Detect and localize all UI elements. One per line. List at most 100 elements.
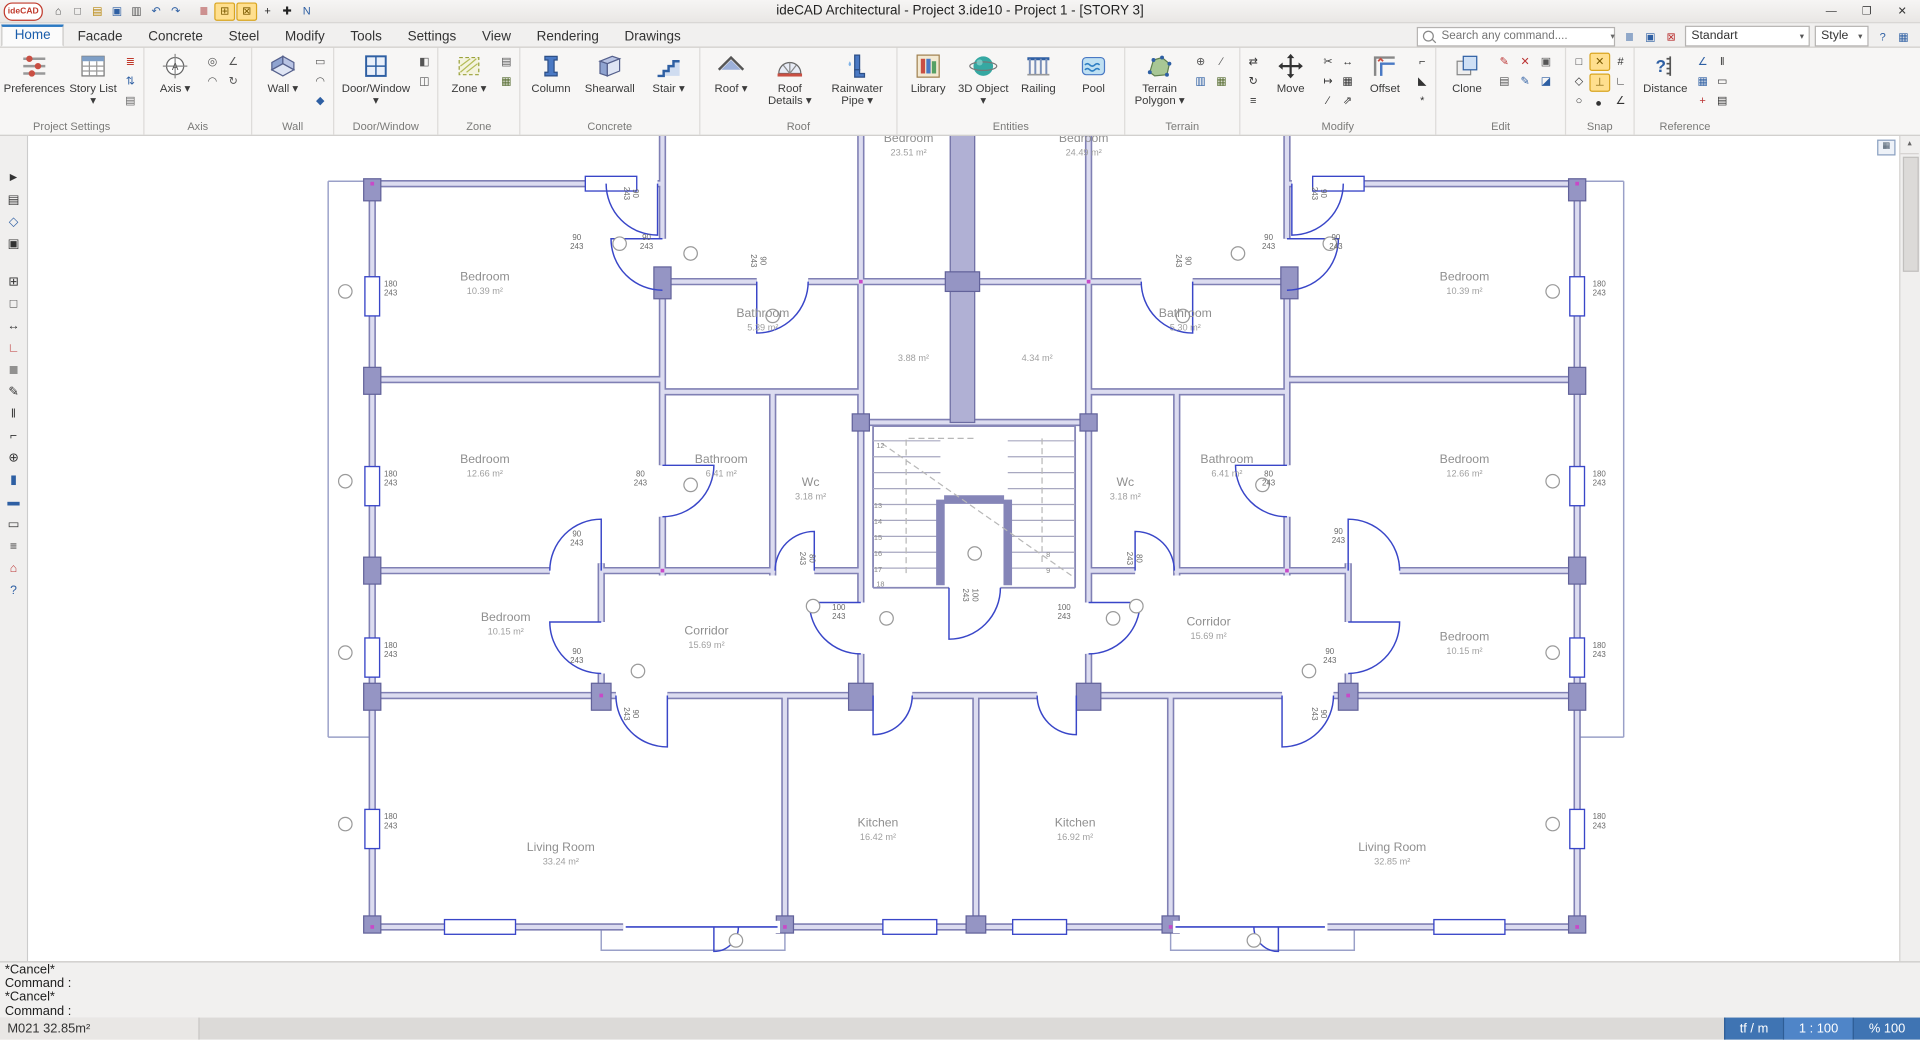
object-edit-icon[interactable]: ✎ [2, 383, 24, 401]
column-tool-icon[interactable]: ▮ [2, 471, 24, 489]
zone-button[interactable]: Zone ▾ [442, 48, 496, 95]
terrain-boundary-icon[interactable]: ▦ [1212, 72, 1230, 89]
perpendicular-snap-icon[interactable]: ⊥ [1589, 73, 1610, 91]
layer-toggle-icon[interactable]: ≣ [195, 2, 213, 19]
search-input[interactable] [1439, 28, 1606, 44]
list-info-icon[interactable]: ▤ [1713, 92, 1731, 109]
tab-steel[interactable]: Steel [216, 26, 271, 47]
project-report-icon[interactable]: ▤ [121, 92, 139, 109]
match-properties-icon[interactable]: ✎ [1516, 72, 1534, 89]
edit-entity-icon[interactable]: ✎ [1495, 53, 1513, 70]
standard-selector[interactable]: Standart ▾ [1685, 26, 1810, 47]
rainwater-pipe-button[interactable]: Rainwater Pipe ▾ [822, 48, 893, 107]
reference-angle-icon[interactable]: ∠ [1693, 53, 1711, 70]
intersection-snap-icon[interactable]: ✕ [1589, 53, 1610, 71]
close-button[interactable]: ✕ [1885, 0, 1920, 22]
measure-area-icon[interactable]: ▭ [1713, 72, 1731, 89]
column-button[interactable]: Column [524, 48, 578, 95]
array-icon[interactable]: ▦ [1338, 72, 1356, 89]
layers-panel-icon[interactable]: ≣ [2, 361, 24, 379]
guide-line-icon[interactable]: ‖ [1713, 53, 1731, 70]
crosshair-toggle-icon[interactable]: ✚ [278, 2, 296, 19]
tab-drawings[interactable]: Drawings [612, 26, 693, 47]
minimize-button[interactable]: — [1813, 0, 1849, 22]
stair-button[interactable]: Stair ▾ [642, 48, 696, 95]
layer-manager-icon[interactable]: ≣ [1620, 28, 1638, 45]
reference-grid-icon[interactable]: ▦ [1693, 72, 1711, 89]
elevation-tool-icon[interactable]: ⌐ [2, 427, 24, 445]
polar-snap-icon[interactable]: ∠ [1611, 92, 1629, 109]
grid-snap-icon[interactable]: # [1611, 53, 1629, 70]
endpoint-snap-icon[interactable]: □ [1570, 53, 1588, 70]
delete-icon[interactable]: ✕ [1516, 53, 1534, 70]
home-icon[interactable]: ⌂ [49, 2, 67, 19]
roof-button[interactable]: Roof ▾ [704, 48, 758, 95]
search-dropdown-icon[interactable]: ▾ [1611, 31, 1615, 41]
snap-toggle-icon[interactable]: ⊞ [214, 2, 235, 20]
maximize-button[interactable]: ❐ [1849, 0, 1885, 22]
rotate-icon[interactable]: ↻ [1244, 72, 1262, 89]
angular-axis-icon[interactable]: ∠ [224, 53, 242, 70]
tab-view[interactable]: View [470, 26, 523, 47]
node-snap-icon[interactable]: ● [1589, 94, 1607, 111]
grid-toggle-icon[interactable]: ⊠ [236, 2, 257, 20]
selection-filter-icon[interactable]: ⊠ [1662, 28, 1680, 45]
preferences-button[interactable]: Preferences [4, 48, 65, 95]
shearwall-button[interactable]: Shearwall [579, 48, 640, 95]
render-window-icon[interactable]: ▣ [2, 235, 24, 253]
copy-icon[interactable]: ▣ [1537, 53, 1555, 70]
capture-icon[interactable]: ▦ [1894, 28, 1912, 45]
divide-icon[interactable]: ∕ [1319, 92, 1337, 109]
viewport-button[interactable]: ▦ [1877, 140, 1895, 156]
distance-button[interactable]: ? Distance [1638, 48, 1692, 95]
pan-icon[interactable]: ↔ [2, 317, 24, 335]
undo-icon[interactable]: ↶ [147, 2, 165, 19]
align-icon[interactable]: ≡ [1244, 92, 1262, 109]
3d-window-icon[interactable]: ◇ [2, 213, 24, 231]
wall-type-icon[interactable]: ▭ [311, 53, 329, 70]
window-type-icon[interactable]: ◫ [415, 72, 433, 89]
story-list-button[interactable]: Story List ▾ [66, 48, 120, 107]
scroll-thumb[interactable] [1903, 157, 1919, 272]
story-parameters-icon[interactable]: ≣ [121, 53, 139, 70]
terrain-break-line-icon[interactable]: ∕ [1212, 53, 1230, 70]
help-icon[interactable]: ? [1873, 28, 1891, 45]
terrain-import-icon[interactable]: ▥ [1191, 72, 1209, 89]
measure-icon[interactable]: ∟ [2, 339, 24, 357]
tab-tools[interactable]: Tools [338, 26, 394, 47]
wall-button[interactable]: Wall ▾ [256, 48, 310, 95]
arc-axis-icon[interactable]: ◠ [203, 72, 221, 89]
stretch-icon[interactable]: ↔ [1338, 53, 1356, 70]
move-button[interactable]: Move [1264, 48, 1318, 95]
command-window[interactable]: *Cancel* Command : *Cancel* Command : [0, 961, 1920, 1020]
tab-facade[interactable]: Facade [65, 26, 134, 47]
pointer-tool-icon[interactable]: ► [2, 169, 24, 187]
railing-button[interactable]: Railing [1011, 48, 1065, 95]
command-search[interactable]: ▾ [1417, 26, 1615, 46]
extend-icon[interactable]: ↦ [1319, 72, 1337, 89]
section-tool-icon[interactable]: ‖ [2, 405, 24, 423]
axis-order-icon[interactable]: ⇅ [121, 72, 139, 89]
axis-tool-icon[interactable]: ⊕ [2, 449, 24, 467]
3d-object-button[interactable]: 3D Object ▾ [956, 48, 1010, 107]
tab-concrete[interactable]: Concrete [136, 26, 215, 47]
tab-modify[interactable]: Modify [273, 26, 337, 47]
beam-tool-icon[interactable]: ▬ [2, 493, 24, 511]
ortho-toggle-icon[interactable]: + [258, 2, 276, 19]
style-selector[interactable]: Style ▾ [1815, 26, 1869, 47]
help-tool-icon[interactable]: ? [2, 582, 24, 600]
arc-wall-icon[interactable]: ◠ [311, 72, 329, 89]
tab-settings[interactable]: Settings [395, 26, 468, 47]
door-window-button[interactable]: Door/Window ▾ [338, 48, 414, 107]
idecad-logo[interactable]: ideCAD [4, 2, 43, 20]
explode-icon[interactable]: * [1413, 92, 1431, 109]
tab-home[interactable]: Home [1, 24, 64, 46]
new-file-icon[interactable]: □ [69, 2, 87, 19]
redo-icon[interactable]: ↷ [167, 2, 185, 19]
axis-button[interactable]: A Axis ▾ [148, 48, 202, 95]
zone-boundary-icon[interactable]: ▦ [497, 72, 515, 89]
floor-plan[interactable]: Bedroom23.51 m²Bedroom24.49 m²Bedroom10.… [28, 135, 1899, 962]
rotate-axis-icon[interactable]: ↻ [224, 72, 242, 89]
display-order-icon[interactable]: ▣ [1641, 28, 1659, 45]
scale-indicator[interactable]: 1 : 100 [1783, 1018, 1853, 1040]
